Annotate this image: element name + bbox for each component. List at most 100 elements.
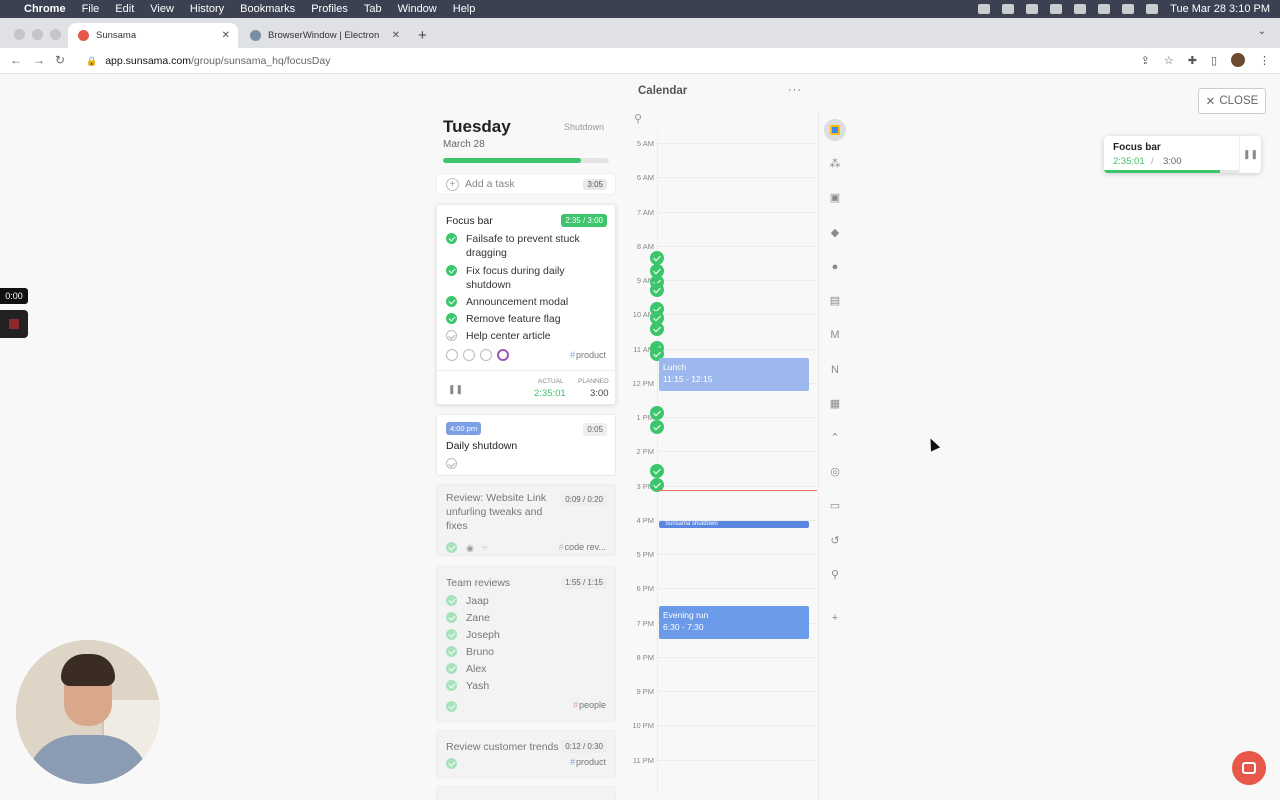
check-open-icon[interactable] bbox=[446, 458, 457, 469]
check-done-icon[interactable] bbox=[446, 646, 457, 657]
battery-icon[interactable] bbox=[1050, 4, 1063, 14]
subtask[interactable]: Announcement modal bbox=[446, 295, 606, 309]
shutdown-task-card[interactable]: 4:00 pm 0:05 Daily shutdown bbox=[436, 414, 616, 476]
calendar-icon[interactable] bbox=[463, 349, 475, 361]
subtask[interactable]: Fix focus during daily shutdown bbox=[446, 264, 606, 292]
control-center-icon[interactable] bbox=[1146, 4, 1159, 14]
tab-electron[interactable]: BrowserWindow | Electron ✕ bbox=[240, 23, 408, 48]
profile-avatar[interactable] bbox=[1231, 53, 1245, 67]
close-tab-icon[interactable]: ✕ bbox=[222, 30, 230, 41]
stop-recording-button[interactable] bbox=[0, 310, 28, 338]
clock-icon[interactable] bbox=[480, 349, 492, 361]
calendar-event-lunch[interactable]: Lunch 11:15 - 12:15 bbox=[659, 358, 809, 391]
shutdown-link[interactable]: Shutdown bbox=[564, 122, 604, 132]
asana-icon[interactable]: ⁂ bbox=[829, 158, 841, 170]
zoom-icon[interactable]: ⚲ bbox=[634, 112, 642, 125]
play-icon[interactable] bbox=[1026, 4, 1039, 14]
planned-time[interactable]: 3:00 bbox=[590, 388, 609, 399]
github-icon[interactable]: ● bbox=[829, 261, 841, 273]
spotlight-icon[interactable] bbox=[1122, 4, 1135, 14]
focus-target-icon[interactable] bbox=[497, 349, 509, 361]
subtask[interactable]: Yash bbox=[446, 679, 606, 693]
team-reviews-card[interactable]: Team reviews 1:55 / 1:15 Jaap Zane Josep… bbox=[436, 566, 616, 722]
review-task-card[interactable]: Review: Website Link unfurling tweaks an… bbox=[436, 484, 616, 556]
completed-task-marker[interactable] bbox=[650, 406, 664, 420]
notion-icon[interactable]: N bbox=[829, 364, 841, 376]
add-task-button[interactable]: + Add a task 3:05 bbox=[436, 173, 616, 195]
outlook-icon[interactable]: ▦ bbox=[829, 398, 841, 410]
focus-bar-widget[interactable]: Focus bar 2:35:01 / 3:00 ❚❚ bbox=[1104, 136, 1261, 173]
bookmark-star-icon[interactable]: ☆ bbox=[1164, 54, 1174, 67]
zoom-window-button[interactable] bbox=[50, 29, 61, 40]
focus-target-icon[interactable]: ◎ bbox=[829, 466, 841, 478]
menu-help[interactable]: Help bbox=[453, 3, 476, 15]
time-badge[interactable]: 1:55 / 1:15 bbox=[561, 576, 607, 589]
jira-icon[interactable]: ◆ bbox=[829, 227, 841, 239]
tab-sunsama[interactable]: Sunsama ✕ bbox=[68, 23, 238, 48]
channel-tag[interactable]: #people bbox=[573, 700, 606, 710]
calendar-more-icon[interactable]: ··· bbox=[788, 84, 802, 96]
task-title[interactable]: Daily shutdown bbox=[446, 440, 517, 452]
rollover-icon[interactable]: ↺ bbox=[829, 535, 841, 547]
menu-clock[interactable]: Tue Mar 28 3:10 PM bbox=[1170, 3, 1270, 15]
subtask[interactable]: Remove feature flag bbox=[446, 312, 606, 326]
close-tab-icon[interactable]: ✕ bbox=[392, 30, 400, 41]
subtask[interactable]: Joseph bbox=[446, 628, 606, 642]
menu-profiles[interactable]: Profiles bbox=[311, 3, 348, 15]
focus-task-card[interactable]: Focus bar 2:35 / 3:00 Failsafe to preven… bbox=[436, 204, 616, 405]
task-card-partial[interactable] bbox=[436, 786, 616, 800]
check-done-icon[interactable] bbox=[446, 542, 457, 553]
time-badge[interactable]: 0:12 / 0:30 bbox=[561, 740, 607, 753]
extensions-puzzle-icon[interactable]: ✚ bbox=[1188, 54, 1197, 67]
completed-task-marker[interactable] bbox=[650, 322, 664, 336]
clickup-icon[interactable]: ⌃ bbox=[829, 432, 841, 444]
menu-edit[interactable]: Edit bbox=[115, 3, 134, 15]
completed-task-marker[interactable] bbox=[650, 420, 664, 434]
minimize-window-button[interactable] bbox=[32, 29, 43, 40]
check-done-icon[interactable] bbox=[446, 233, 457, 244]
share-icon[interactable]: ⇪ bbox=[1141, 54, 1150, 67]
menu-window[interactable]: Window bbox=[398, 3, 437, 15]
lock-icon[interactable]: 🔒 bbox=[86, 56, 97, 67]
check-done-icon[interactable] bbox=[446, 663, 457, 674]
kebab-menu-icon[interactable]: ⋮ bbox=[1259, 54, 1270, 67]
complete-icon[interactable] bbox=[446, 349, 458, 361]
actual-time[interactable]: 2:35:01 bbox=[534, 388, 566, 399]
pause-icon[interactable]: ❚❚ bbox=[448, 384, 463, 395]
tab-search-chevron-icon[interactable]: ⌄ bbox=[1258, 26, 1266, 37]
time-badge[interactable]: 0:05 bbox=[583, 423, 607, 436]
time-badge[interactable]: 2:35 / 3:00 bbox=[561, 214, 607, 227]
trello-icon[interactable]: ▣ bbox=[829, 192, 841, 204]
menu-app-name[interactable]: Chrome bbox=[24, 3, 66, 15]
add-integration-icon[interactable]: + bbox=[829, 612, 841, 624]
subtask[interactable]: Help center article bbox=[446, 329, 606, 343]
back-arrow-icon[interactable]: ← bbox=[10, 53, 22, 67]
calendar-event-shutdown[interactable]: Sunsama shutdown bbox=[659, 521, 809, 528]
menu-bookmarks[interactable]: Bookmarks bbox=[240, 3, 295, 15]
time-badge[interactable]: 0:09 / 0:20 bbox=[561, 493, 607, 506]
subtask[interactable]: Bruno bbox=[446, 645, 606, 659]
channel-tag[interactable]: #product bbox=[570, 757, 606, 767]
completed-task-marker[interactable] bbox=[650, 283, 664, 297]
check-done-icon[interactable] bbox=[446, 595, 457, 606]
screen-share-icon[interactable] bbox=[1002, 4, 1015, 14]
task-title[interactable]: Review customer trends bbox=[446, 741, 559, 753]
channel-tag[interactable]: #product bbox=[570, 350, 606, 360]
wifi-icon[interactable] bbox=[1074, 4, 1087, 14]
task-complete-toggle[interactable] bbox=[446, 457, 606, 469]
close-window-button[interactable] bbox=[14, 29, 25, 40]
forward-arrow-icon[interactable]: → bbox=[33, 53, 45, 67]
address-bar[interactable]: 🔒 app.sunsama.com/group/sunsama_hq/focus… bbox=[76, 51, 1156, 71]
check-done-icon[interactable] bbox=[446, 629, 457, 640]
search-icon[interactable]: ⚲ bbox=[829, 569, 841, 581]
menu-history[interactable]: History bbox=[190, 3, 224, 15]
completed-task-marker[interactable] bbox=[650, 464, 664, 478]
check-done-icon[interactable] bbox=[446, 758, 457, 769]
gmail-icon[interactable]: M bbox=[829, 329, 841, 341]
check-done-icon[interactable] bbox=[446, 313, 457, 324]
task-title[interactable]: Review: Website Link unfurling tweaks an… bbox=[446, 491, 556, 533]
brightness-icon[interactable] bbox=[978, 4, 991, 14]
check-done-icon[interactable] bbox=[446, 701, 457, 712]
user-icon[interactable] bbox=[1098, 4, 1111, 14]
subtask[interactable]: Jaap bbox=[446, 594, 606, 608]
